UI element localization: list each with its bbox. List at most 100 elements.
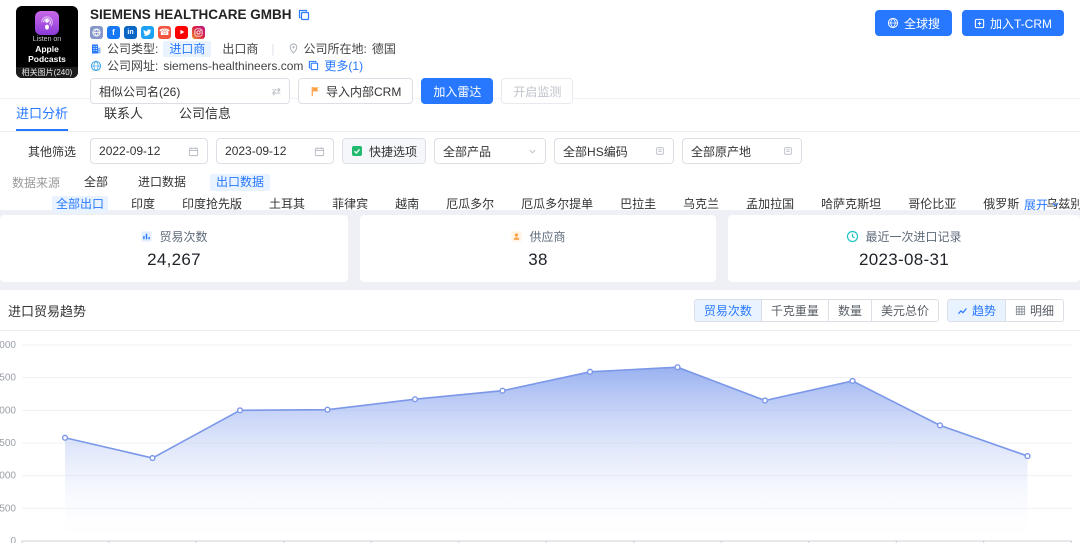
country-tab[interactable]: 厄瓜多尔 <box>442 196 498 213</box>
origin-select[interactable]: 全部原产地 <box>682 138 802 164</box>
website-value[interactable]: siemens-healthineers.com <box>163 59 303 73</box>
phone-icon[interactable]: ☎ <box>158 26 171 39</box>
more-link[interactable]: 更多(1) <box>324 57 363 74</box>
country-tab[interactable]: 乌克兰 <box>679 196 723 213</box>
country-tab[interactable]: 印度 <box>127 196 159 213</box>
expand-label: 展开 <box>1024 196 1048 213</box>
date-to-value: 2023-09-12 <box>225 144 308 158</box>
stat-label: 最近一次进口记录 <box>865 228 961 245</box>
chevron-down-icon <box>528 147 537 156</box>
hs-code-value: 全部HS编码 <box>563 143 649 160</box>
similar-company-value: 相似公司名(26) <box>99 83 272 100</box>
youtube-icon[interactable] <box>175 26 188 39</box>
trend-chart: 05001,0001,5002,0002,5003,0002022-092022… <box>0 331 1080 543</box>
metric-trade-count[interactable]: 贸易次数 <box>694 299 762 322</box>
divider: | <box>271 42 274 56</box>
svg-text:1,000: 1,000 <box>0 471 16 482</box>
date-from-input[interactable]: 2022-09-12 <box>90 138 208 164</box>
website-icon[interactable] <box>90 26 103 39</box>
tab-import-analysis[interactable]: 进口分析 <box>16 103 68 131</box>
calendar-icon <box>314 146 325 157</box>
tab-contacts[interactable]: 联系人 <box>104 103 143 131</box>
product-select[interactable]: 全部产品 <box>434 138 546 164</box>
twitter-icon[interactable] <box>141 26 154 39</box>
source-import[interactable]: 进口数据 <box>132 174 192 191</box>
add-radar-button[interactable]: 加入雷达 <box>421 78 493 104</box>
metric-kg-weight[interactable]: 千克重量 <box>761 299 829 322</box>
global-search-label: 全球搜 <box>904 15 940 32</box>
filter-bar: 其他筛选 2022-09-12 2023-09-12 快捷选项 全部产品 全部H… <box>0 132 1080 170</box>
location-label: 公司所在地: <box>304 40 367 57</box>
building-icon <box>90 43 102 55</box>
source-all[interactable]: 全部 <box>78 174 114 191</box>
view-detail-button[interactable]: 明细 <box>1005 299 1064 322</box>
date-to-input[interactable]: 2023-09-12 <box>216 138 334 164</box>
source-export[interactable]: 出口数据 <box>210 174 270 191</box>
country-tab[interactable]: 哈萨克斯坦 <box>817 196 885 213</box>
global-search-button[interactable]: 全球搜 <box>875 10 952 36</box>
view-trend-label: 趋势 <box>972 302 996 319</box>
trend-title: 进口贸易趋势 <box>8 301 86 320</box>
similar-company-input[interactable]: 相似公司名(26) ⇄ <box>90 78 290 104</box>
copy-company-name-icon[interactable] <box>298 9 310 21</box>
add-tcrm-label: 加入T-CRM <box>990 15 1052 32</box>
view-detail-label: 明细 <box>1030 302 1054 319</box>
start-monitor-label: 开启监测 <box>513 83 561 100</box>
start-monitor-button[interactable]: 开启监测 <box>501 78 573 104</box>
bar-chart-icon <box>140 230 153 243</box>
list-picker-icon <box>783 146 793 156</box>
import-crm-label: 导入内部CRM <box>326 83 401 100</box>
country-tab[interactable]: 巴拉圭 <box>616 196 660 213</box>
flag-icon <box>310 86 321 97</box>
type-importer-badge: 进口商 <box>163 41 211 57</box>
svg-text:500: 500 <box>0 503 16 514</box>
country-tab[interactable]: 哥伦比亚 <box>904 196 960 213</box>
related-images-caption: 相关图片(240) <box>16 67 78 78</box>
import-crm-button[interactable]: 导入内部CRM <box>298 78 413 104</box>
tab-company-info[interactable]: 公司信息 <box>179 103 231 131</box>
copy-website-icon[interactable] <box>308 60 319 71</box>
link-icon: ⇄ <box>272 85 281 98</box>
hs-code-select[interactable]: 全部HS编码 <box>554 138 674 164</box>
website-label: 公司网址: <box>107 57 158 74</box>
quick-options-button[interactable]: 快捷选项 <box>342 138 426 164</box>
svg-text:3,000: 3,000 <box>0 340 16 351</box>
svg-text:0: 0 <box>10 536 16 543</box>
location-value: 德国 <box>372 40 396 57</box>
linkedin-icon[interactable]: in <box>124 26 137 39</box>
country-tab[interactable]: 土耳其 <box>265 196 309 213</box>
country-tab[interactable]: 俄罗斯 <box>979 196 1023 213</box>
data-source-section: 数据来源 全部 进口数据 出口数据 全部出口 印度 印度抢先版 土耳其 菲律宾 … <box>0 170 1080 210</box>
country-tab[interactable]: 厄瓜多尔提单 <box>517 196 597 213</box>
logo-brand-text: Apple Podcasts <box>16 44 78 64</box>
stat-card-trade-count: 贸易次数 24,267 <box>0 215 348 282</box>
quick-options-icon <box>351 145 363 157</box>
view-trend-button[interactable]: 趋势 <box>947 299 1006 322</box>
instagram-icon[interactable] <box>192 26 205 39</box>
tcrm-box-icon <box>974 18 985 29</box>
facebook-icon[interactable]: f <box>107 26 120 39</box>
data-source-label: 数据来源 <box>12 174 60 191</box>
product-select-value: 全部产品 <box>443 143 522 160</box>
line-chart-icon <box>957 305 968 316</box>
stat-value-last-import: 2023-08-31 <box>859 250 949 270</box>
podcast-icon <box>35 11 59 35</box>
country-tab-all-export[interactable]: 全部出口 <box>52 196 108 213</box>
add-tcrm-button[interactable]: 加入T-CRM <box>962 10 1064 36</box>
date-from-value: 2022-09-12 <box>99 144 182 158</box>
country-tab[interactable]: 菲律宾 <box>328 196 372 213</box>
expand-link[interactable]: 展开 <box>1024 196 1060 213</box>
svg-text:1,500: 1,500 <box>0 438 16 449</box>
stat-card-suppliers: 供应商 38 <box>360 215 716 282</box>
country-tab[interactable]: 孟加拉国 <box>742 196 798 213</box>
country-tab[interactable]: 印度抢先版 <box>178 196 246 213</box>
location-icon <box>288 43 299 54</box>
metric-quantity[interactable]: 数量 <box>828 299 872 322</box>
stats-row: 贸易次数 24,267 供应商 38 最近一次进口记录 2023-08-31 <box>0 215 1080 282</box>
metric-usd-total[interactable]: 美元总价 <box>871 299 939 322</box>
trend-section: 进口贸易趋势 贸易次数 千克重量 数量 美元总价 趋势 明细 05001,00 <box>0 290 1080 543</box>
country-tab[interactable]: 越南 <box>391 196 423 213</box>
other-filters-label: 其他筛选 <box>28 143 76 160</box>
add-radar-label: 加入雷达 <box>433 83 481 100</box>
type-exporter-badge: 出口商 <box>222 40 258 57</box>
